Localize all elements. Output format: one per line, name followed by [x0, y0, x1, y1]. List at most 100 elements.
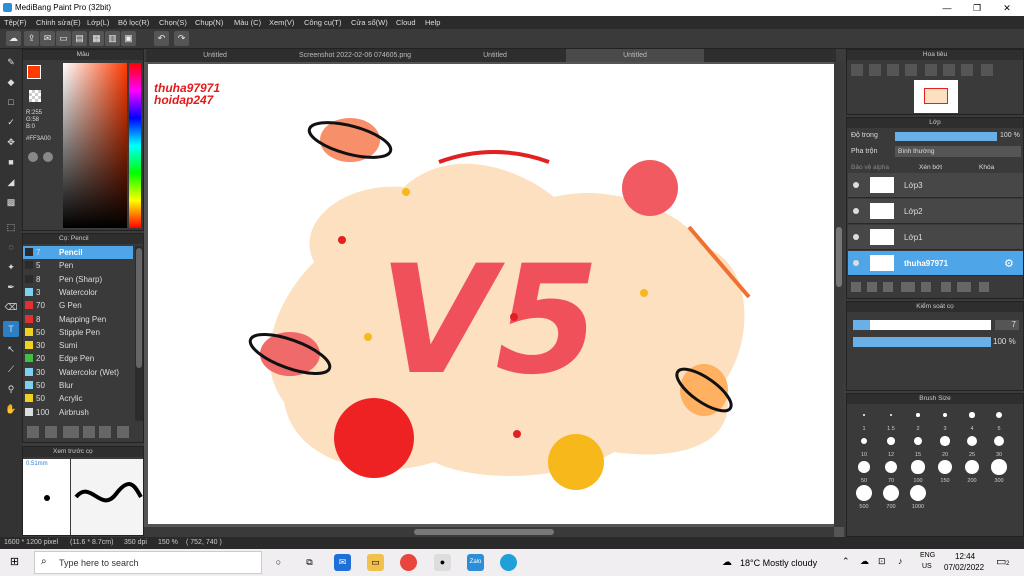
gradient-tool-icon[interactable]: ▩ [3, 194, 19, 210]
protect-alpha-checkbox[interactable]: Bảo vệ alpha [851, 164, 889, 171]
brush-list-scrollbar[interactable] [135, 246, 143, 421]
zoom-in-icon[interactable] [851, 64, 863, 76]
navigator-thumbnail[interactable] [914, 80, 958, 113]
zalo-icon[interactable]: Zalo [467, 554, 484, 571]
brush-menu-icon[interactable] [63, 426, 79, 438]
brush-settings-icon[interactable] [99, 426, 111, 438]
brush-item[interactable]: 50 Blur [23, 379, 133, 392]
zoom-out-icon[interactable] [869, 64, 881, 76]
maximize-button[interactable]: ❐ [962, 0, 992, 16]
brush-size-value[interactable]: 7 [995, 320, 1019, 330]
brush-item[interactable]: 3 Watercolor [23, 286, 133, 299]
brush-size-preset[interactable]: 1000 [905, 484, 931, 510]
layer-folder-icon[interactable] [921, 282, 931, 292]
layer-opacity-slider[interactable] [895, 132, 997, 141]
text-tool-icon[interactable]: T [3, 321, 19, 337]
cortana-icon[interactable]: ○ [270, 554, 287, 571]
tab-screenshot[interactable]: Screenshot 2022-02-06 074605.png [286, 49, 424, 62]
brush-item[interactable]: 8 Pen (Sharp) [23, 273, 133, 286]
new-8bit-layer-icon[interactable] [883, 282, 893, 292]
network-icon[interactable]: ⊡ [878, 556, 886, 567]
comment-icon[interactable]: ✉ [40, 31, 55, 46]
select-pen-icon[interactable]: ✒ [3, 279, 19, 295]
layer-row-3[interactable]: Lớp3 [848, 173, 1023, 198]
eye-icon[interactable] [853, 234, 859, 240]
brush-item[interactable]: 8 Mapping Pen [23, 313, 133, 326]
brush-size-preset[interactable]: 300 [986, 458, 1012, 484]
brush-size-slider[interactable] [853, 320, 991, 330]
brush-size-preset[interactable]: 30 [986, 432, 1012, 458]
brush-size-preset[interactable]: 25 [959, 432, 985, 458]
menu-edit[interactable]: Chỉnh sửa(E) [36, 18, 81, 27]
brush-size-preset[interactable]: 4 [959, 406, 985, 432]
palette-icon[interactable] [28, 152, 38, 162]
grid-icon[interactable]: ▦ [89, 31, 104, 46]
windows-start-icon[interactable]: ⊞ [6, 554, 23, 571]
pen-tool-icon[interactable]: ✓ [3, 114, 19, 130]
redo-icon[interactable]: ↷ [174, 31, 189, 46]
canvas-vertical-scrollbar[interactable] [834, 62, 844, 527]
brush-add-icon[interactable] [27, 426, 39, 438]
new-halftone-layer-icon[interactable] [867, 282, 877, 292]
tray-cloud-icon[interactable]: ☁ [860, 556, 869, 567]
menu-view[interactable]: Xem(V) [269, 18, 294, 27]
add-layer-menu-icon[interactable] [901, 282, 915, 292]
menu-select[interactable]: Chọn(S) [159, 18, 187, 27]
artwork-canvas[interactable]: thuha97971 hoidap247 V5 [144, 62, 844, 537]
medibang-taskbar-icon[interactable]: ● [434, 554, 451, 571]
lang-primary[interactable]: ENG [920, 552, 935, 559]
brush-size-preset[interactable]: 500 [851, 484, 877, 510]
magic-wand-icon[interactable]: ✦ [3, 259, 19, 275]
task-view-icon[interactable]: ⧉ [301, 554, 318, 571]
blend-mode-select[interactable]: Bình thường [895, 146, 1021, 157]
menu-layer[interactable]: Lớp(L) [87, 18, 109, 27]
hand-tool-icon[interactable]: ✋ [3, 401, 19, 417]
brush-folder-icon[interactable] [83, 426, 95, 438]
brush-size-preset[interactable]: 20 [932, 432, 958, 458]
menu-filter[interactable]: Bộ lọc(R) [118, 18, 149, 27]
eraser-tool-icon[interactable]: ◆ [3, 74, 19, 90]
fill-rect-tool-icon[interactable]: ■ [3, 154, 19, 170]
chrome-icon[interactable] [400, 554, 417, 571]
select-tool-icon[interactable]: ⬚ [3, 219, 19, 235]
tab-untitled-1[interactable]: Untitled [146, 49, 284, 62]
tray-chevron-icon[interactable]: ⌃ [842, 556, 850, 567]
brush-size-preset[interactable]: 70 [878, 458, 904, 484]
brush-size-preset[interactable]: 50 [851, 458, 877, 484]
layer-settings-icon[interactable]: ⚙ [1004, 257, 1014, 270]
rect-tool-icon[interactable]: □ [3, 94, 19, 110]
operation-tool-icon[interactable]: ↖ [3, 341, 19, 357]
rotate-left-icon[interactable] [925, 64, 937, 76]
close-button[interactable]: ✕ [992, 0, 1022, 16]
mail-icon[interactable]: ✉ [334, 554, 351, 571]
clipping-checkbox[interactable]: Xén bớt [919, 164, 942, 171]
actual-size-icon[interactable] [905, 64, 917, 76]
color-wheel-icon[interactable] [43, 152, 53, 162]
transparent-color-swatch[interactable] [29, 90, 41, 102]
brush-size-preset[interactable]: 3 [932, 406, 958, 432]
tab-untitled-active[interactable]: Untitled [566, 49, 704, 62]
brush-delete-icon[interactable] [117, 426, 129, 438]
brush-size-preset[interactable]: 15 [905, 432, 931, 458]
minimize-button[interactable]: — [932, 0, 962, 16]
lock-checkbox[interactable]: Khóa [979, 164, 994, 171]
page-icon[interactable]: ▤ [72, 31, 87, 46]
brush-item[interactable]: 70 G Pen [23, 299, 133, 312]
new-layer-icon[interactable] [851, 282, 861, 292]
fit-icon[interactable] [887, 64, 899, 76]
merge-layer-icon[interactable] [957, 282, 971, 292]
brush-size-preset[interactable]: 700 [878, 484, 904, 510]
brush-size-preset[interactable]: 1 [851, 406, 877, 432]
brush-item[interactable]: 50 Acrylic [23, 392, 133, 405]
brush-size-preset[interactable]: 10 [851, 432, 877, 458]
lasso-tool-icon[interactable]: ◌ [3, 239, 19, 255]
panel-icon[interactable]: ▣ [121, 31, 136, 46]
menu-help[interactable]: Help [425, 18, 440, 27]
brush-opacity-slider[interactable] [853, 337, 991, 347]
taskbar-search-box[interactable]: ⌕ Type here to search [34, 551, 262, 574]
brush-item[interactable]: 100 Airbrush [23, 406, 133, 419]
brush-tool-icon[interactable]: ✎ [3, 54, 19, 70]
chat-icon[interactable]: ▭ [56, 31, 71, 46]
brush-item[interactable]: 5 Pen [23, 259, 133, 272]
eye-icon[interactable] [853, 260, 859, 266]
